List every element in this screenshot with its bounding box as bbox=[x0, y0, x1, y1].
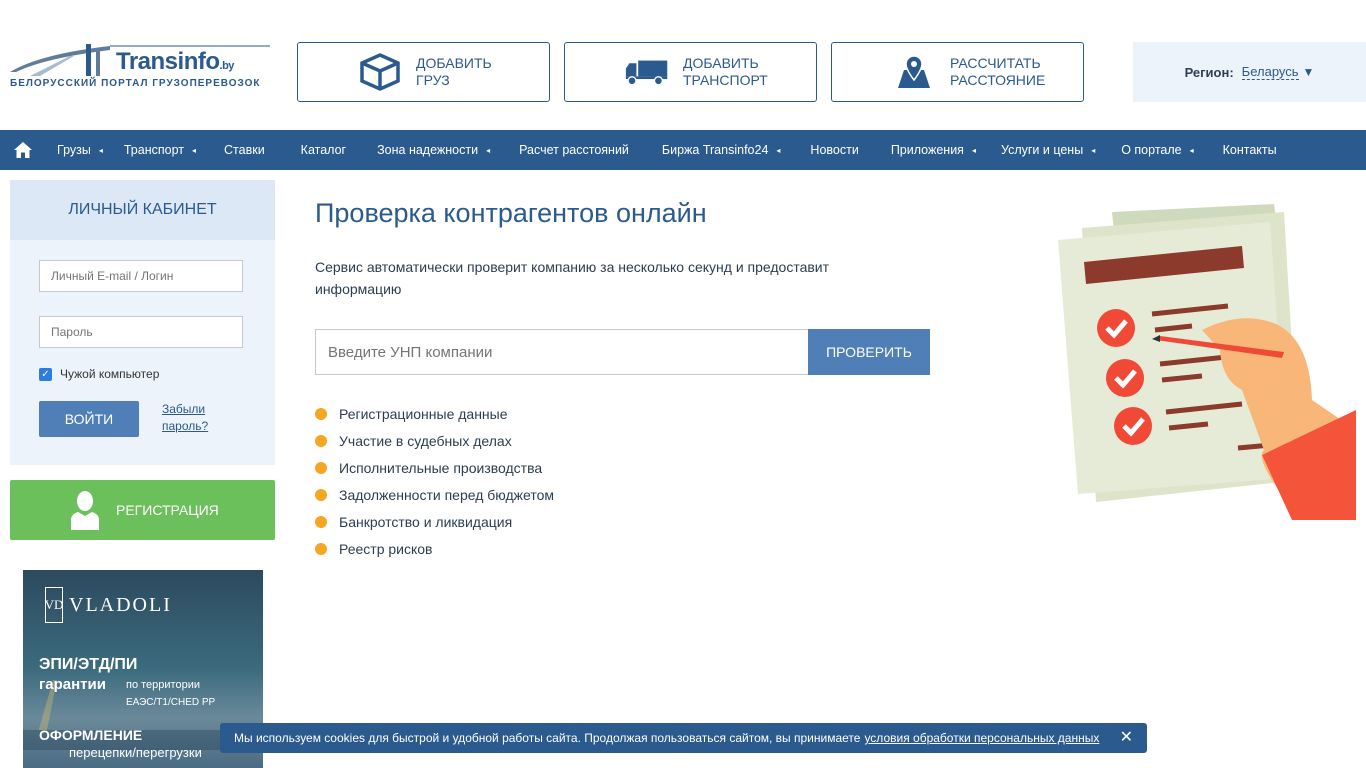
truck-icon bbox=[625, 52, 669, 92]
add-cargo-button[interactable]: ДОБАВИТЬ ГРУЗ bbox=[297, 42, 550, 102]
list-item: Исполнительные производства bbox=[315, 454, 554, 481]
caret-left-icon: ◂ bbox=[971, 145, 976, 155]
unp-search-input[interactable] bbox=[315, 329, 808, 375]
site-logo[interactable]: Transinfo.by БЕЛОРУССКИЙ ПОРТАЛ ГРУЗОПЕР… bbox=[10, 42, 272, 92]
ad-brand: VLADOLI bbox=[69, 594, 172, 616]
caret-left-icon: ◂ bbox=[98, 145, 103, 155]
logo-road-graphic bbox=[10, 44, 110, 76]
ad-line-2: гарантии bbox=[39, 676, 106, 693]
region-value[interactable]: Беларусь bbox=[1241, 64, 1299, 80]
main-nav: Грузы ◂ Транспорт ◂ Ставки Каталог Зона на… bbox=[0, 130, 1366, 170]
close-icon[interactable]: ✕ bbox=[1120, 729, 1133, 747]
bullet-dot-icon bbox=[315, 407, 327, 420]
bullet-dot-icon bbox=[315, 488, 327, 501]
ad-line-2-side: по территории bbox=[126, 679, 200, 691]
map-pin-icon bbox=[892, 52, 936, 92]
nav-item-news[interactable]: Новости bbox=[810, 130, 858, 170]
header: Transinfo.by БЕЛОРУССКИЙ ПОРТАЛ ГРУЗОПЕР… bbox=[0, 0, 1366, 130]
bullet-dot-icon bbox=[315, 542, 327, 555]
caret-left-icon: ◂ bbox=[776, 145, 781, 155]
login-button[interactable]: ВОЙТИ bbox=[39, 401, 139, 437]
cookie-text: Мы используем cookies для быстрой и удоб… bbox=[234, 731, 861, 745]
nav-item-apps[interactable]: Приложения ◂ bbox=[891, 130, 976, 170]
nav-item-catalog[interactable]: Каталог bbox=[301, 130, 346, 170]
page-description: Сервис автоматически проверит компанию з… bbox=[315, 259, 830, 297]
add-transport-button[interactable]: ДОБАВИТЬ ТРАНСПОРТ bbox=[564, 42, 817, 102]
cookie-banner: Мы используем cookies для быстрой и удоб… bbox=[220, 723, 1147, 753]
nav-item-about[interactable]: О портале ◂ bbox=[1121, 130, 1193, 170]
region-selector[interactable]: Регион: Беларусь ▼ bbox=[1133, 42, 1366, 102]
register-label: РЕГИСТРАЦИЯ bbox=[116, 502, 219, 518]
checkbox-label: Чужой компьютер bbox=[60, 367, 160, 381]
personal-cabinet-panel: ЛИЧНЫЙ КАБИНЕТ ✓ Чужой компьютер ВОЙТИ З… bbox=[10, 180, 275, 465]
calculate-distance-button[interactable]: РАССЧИТАТЬ РАССТОЯНИЕ bbox=[831, 42, 1084, 102]
bullet-dot-icon bbox=[315, 434, 327, 447]
region-label: Регион: bbox=[1184, 64, 1234, 80]
list-item: Участие в судебных делах bbox=[315, 427, 554, 454]
add-cargo-label: ДОБАВИТЬ ГРУЗ bbox=[416, 55, 492, 88]
caret-left-icon: ◂ bbox=[486, 145, 491, 155]
ad-line-5: перецепки/перегрузки bbox=[69, 745, 202, 760]
caret-left-icon: ◂ bbox=[1189, 145, 1194, 155]
calculate-distance-label: РАССЧИТАТЬ РАССТОЯНИЕ bbox=[950, 55, 1046, 88]
add-transport-label: ДОБАВИТЬ ТРАНСПОРТ bbox=[683, 55, 768, 88]
ad-line-4: ОФОРМЛЕНИЕ bbox=[39, 727, 143, 743]
list-item: Реестр рисков bbox=[315, 535, 554, 562]
nav-item-exchange[interactable]: Биржа Transinfo24 ◂ bbox=[662, 130, 781, 170]
home-icon[interactable] bbox=[0, 130, 46, 170]
nav-item-services[interactable]: Услуги и цены ◂ bbox=[1001, 130, 1095, 170]
checklist-illustration bbox=[1058, 204, 1356, 520]
register-button[interactable]: РЕГИСТРАЦИЯ bbox=[10, 480, 275, 540]
vladoli-monogram: VD bbox=[45, 587, 63, 623]
login-field[interactable] bbox=[39, 260, 243, 292]
check-button[interactable]: ПРОВЕРИТЬ bbox=[808, 329, 930, 375]
unp-search-form: ПРОВЕРИТЬ bbox=[315, 329, 930, 375]
user-icon bbox=[68, 490, 102, 530]
caret-left-icon: ◂ bbox=[192, 145, 197, 155]
logo-subtitle: БЕЛОРУССКИЙ ПОРТАЛ ГРУЗОПЕРЕВОЗОК bbox=[10, 78, 261, 89]
list-item: Банкротство и ликвидация bbox=[315, 508, 554, 535]
privacy-terms-link[interactable]: условия обработки персональных данных bbox=[864, 731, 1099, 745]
logo-underline bbox=[110, 45, 270, 47]
page-title: Проверка контрагентов онлайн bbox=[315, 198, 707, 228]
box-icon bbox=[358, 52, 402, 92]
nav-item-rates[interactable]: Ставки bbox=[224, 130, 265, 170]
nav-item-distance[interactable]: Расчет расстояний bbox=[519, 130, 629, 170]
list-item: Регистрационные данные bbox=[315, 400, 554, 427]
password-field[interactable] bbox=[39, 316, 243, 348]
checkbox-checked-icon[interactable]: ✓ bbox=[39, 367, 52, 381]
chevron-down-icon[interactable]: ▼ bbox=[1303, 65, 1315, 79]
ad-line-3: ЕАЭС/Т1/CHED PP bbox=[126, 697, 216, 708]
logo-brand: Transinfo.by bbox=[116, 48, 234, 75]
cabinet-title: ЛИЧНЫЙ КАБИНЕТ bbox=[10, 180, 275, 240]
forgot-password-link[interactable]: Забыли пароль? bbox=[162, 401, 208, 435]
list-item: Задолженности перед бюджетом bbox=[315, 481, 554, 508]
features-list: Регистрационные данные Участие в судебны… bbox=[315, 400, 554, 562]
bullet-dot-icon bbox=[315, 515, 327, 528]
caret-left-icon: ◂ bbox=[1091, 145, 1096, 155]
ad-line-1: ЭПИ/ЭТД/ПИ bbox=[39, 656, 138, 673]
bullet-dot-icon bbox=[315, 461, 327, 474]
foreign-computer-checkbox[interactable]: ✓ Чужой компьютер bbox=[39, 367, 159, 381]
nav-item-cargo[interactable]: Грузы ◂ bbox=[57, 130, 103, 170]
nav-item-contacts[interactable]: Контакты bbox=[1223, 130, 1277, 170]
nav-item-reliability[interactable]: Зона надежности ◂ bbox=[377, 130, 490, 170]
nav-item-transport[interactable]: Транспорт ◂ bbox=[124, 130, 196, 170]
